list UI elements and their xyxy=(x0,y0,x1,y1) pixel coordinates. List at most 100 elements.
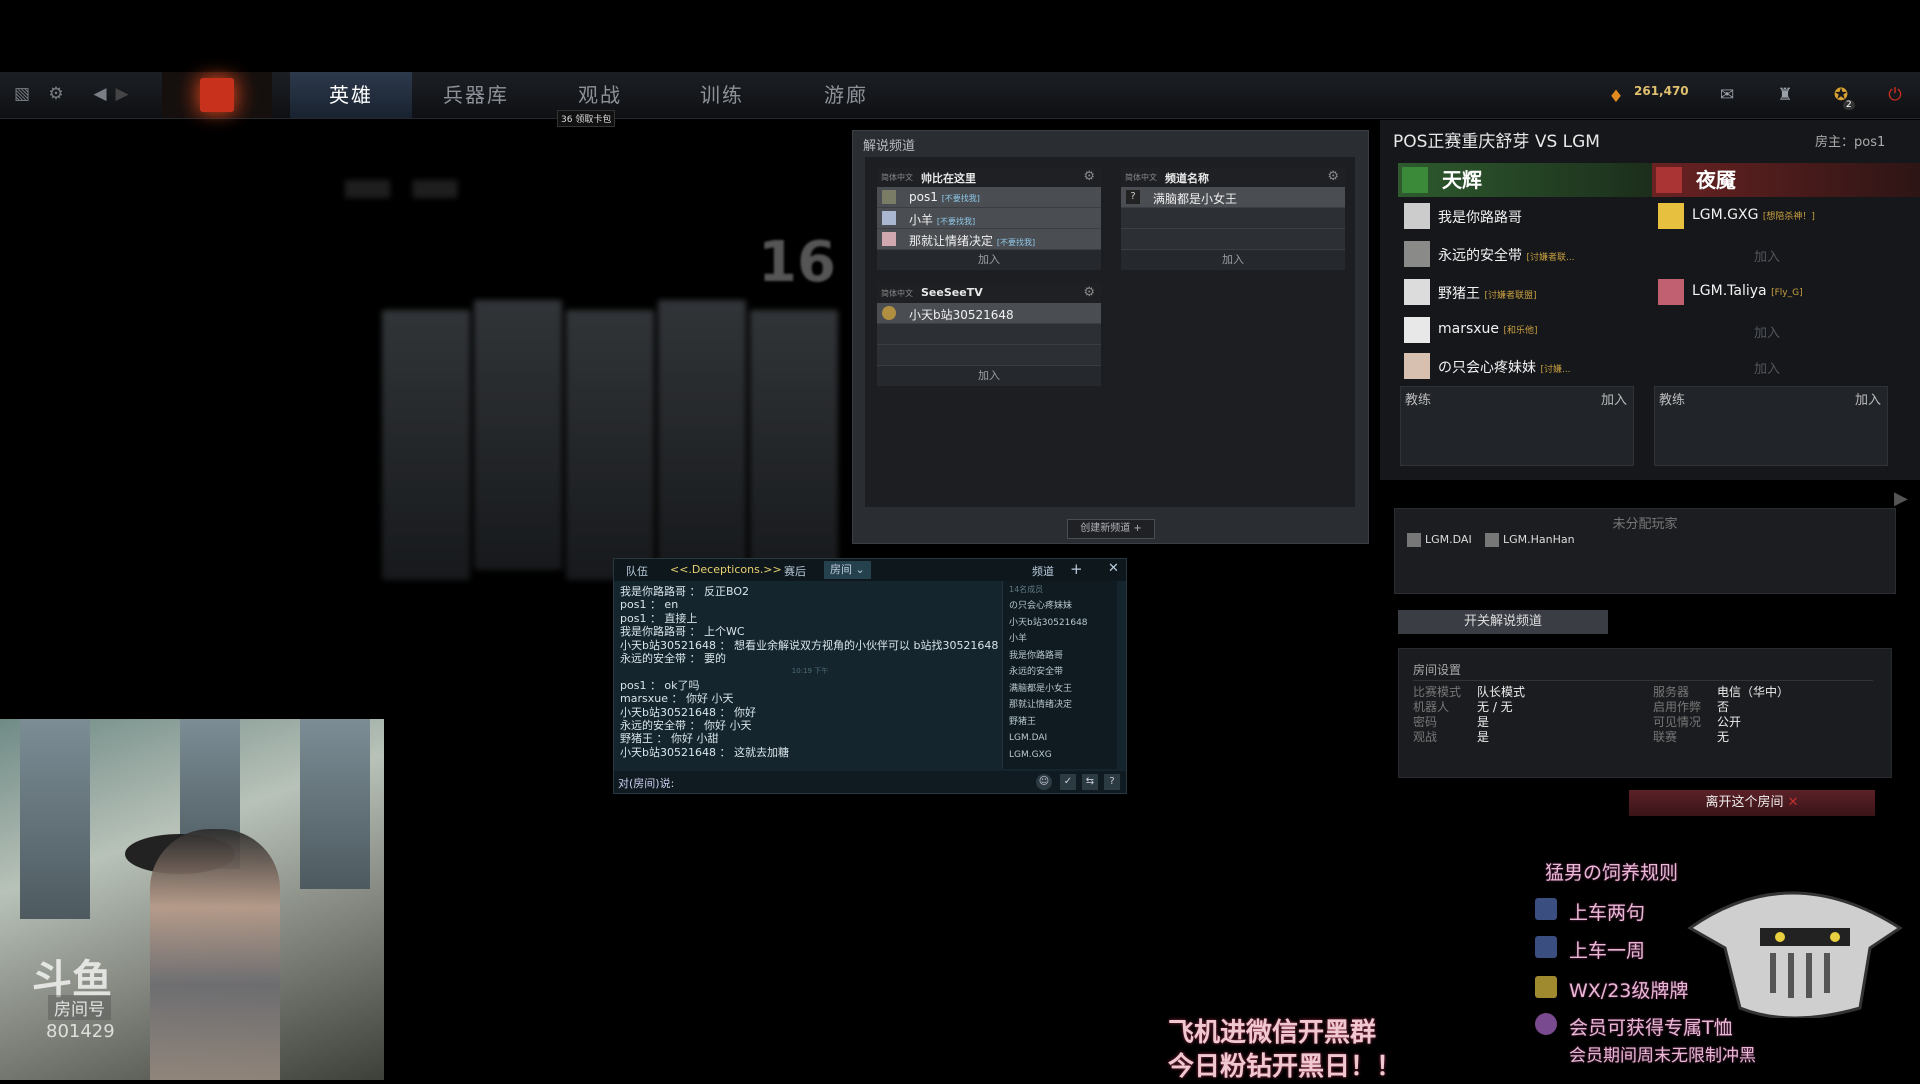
join-slot-button[interactable]: 加入 xyxy=(1652,246,1882,265)
player-tag: [讨嫌者联盟] xyxy=(1484,291,1537,301)
tab-heroes[interactable]: 英雄 xyxy=(290,72,412,118)
join-slot-button[interactable]: 加入 xyxy=(1652,322,1882,341)
channels-button[interactable]: 频道 xyxy=(1032,563,1054,579)
share-icon[interactable]: ⇆ xyxy=(1082,774,1098,790)
join-channel-button[interactable]: 加入 xyxy=(1121,250,1345,270)
join-channel-button[interactable]: 加入 xyxy=(877,366,1101,386)
rule-item: 会员可获得专属T恤 xyxy=(1569,1017,1733,1039)
setting-row: 观战 是 xyxy=(1413,728,1489,745)
player-tag: [和乐他] xyxy=(1503,326,1538,336)
member-item[interactable]: LGM.GXG xyxy=(1003,747,1117,764)
join-channel-button[interactable]: 加入 xyxy=(877,250,1101,270)
power-icon[interactable]: ⏻ xyxy=(1884,84,1906,106)
news-icon[interactable]: ▧ xyxy=(12,84,32,104)
chat-line: 我是你路路哥 ： 上个WC xyxy=(620,625,745,639)
chat-line: 小天b站30521648 ： 这就去加糖 xyxy=(620,745,789,759)
blurred-filter-row xyxy=(345,180,795,198)
coach-join-button[interactable]: 加入 xyxy=(1855,389,1881,408)
caster-slot[interactable]: 小羊 [不要找我] xyxy=(877,208,1101,229)
member-item[interactable]: 我是你路路哥 xyxy=(1003,648,1117,665)
tab-arcade[interactable]: 游廊 xyxy=(786,72,906,118)
radiant-player-slot[interactable]: 永远的安全带 [讨嫌者联... xyxy=(1398,236,1628,272)
expand-arrow-icon[interactable]: ▶ xyxy=(1894,488,1908,509)
member-item[interactable]: LGM.DAI xyxy=(1003,730,1117,747)
ad-line: 飞机进微信开黑群 xyxy=(1168,1018,1377,1048)
unassigned-player[interactable]: LGM.HanHan xyxy=(1485,533,1575,547)
settings-gear-icon[interactable]: ⚙ xyxy=(46,84,66,104)
gear-icon[interactable]: ⚙ xyxy=(1083,285,1095,300)
radiant-player-slot[interactable]: 我是你路路哥 xyxy=(1398,198,1628,234)
radiant-coach-slot: 教练 加入 xyxy=(1400,386,1634,466)
caster-slot[interactable]: 那就让情绪决定 [不要找我] xyxy=(877,229,1101,250)
caster-slot[interactable]: pos1 [不要找我] xyxy=(877,187,1101,208)
member-item[interactable]: 满脑都是小女王 xyxy=(1003,681,1117,698)
lobby-settings-box: 房间设置 比赛模式 队长模式 机器人无 / 无 密码是 观战是 服务器 电信（华中）… xyxy=(1398,648,1892,778)
broadcast-channels-panel: 解说频道 简体中文 帅比在这里 ⚙ pos1 [不要找我] 小羊 [不要找我] 那就… xyxy=(852,130,1369,544)
dire-player-slot[interactable]: LGM.GXG [想陪杀神！] xyxy=(1652,198,1882,234)
member-item[interactable]: 野猪王 xyxy=(1003,714,1117,731)
player-name: LGM.DAI xyxy=(1425,533,1472,546)
coach-label: 教练 xyxy=(1405,393,1432,408)
chat-tab-lobby[interactable]: 房间 ⌄ xyxy=(824,561,871,579)
channel-language: 简体中文 xyxy=(881,173,913,182)
gear-icon[interactable]: ⚙ xyxy=(1327,169,1339,184)
caster-name: 满脑都是小女王 xyxy=(1153,192,1238,206)
avatar xyxy=(1658,279,1684,305)
mail-icon[interactable]: ✉ xyxy=(1716,84,1738,106)
close-icon[interactable]: ✕ xyxy=(1108,561,1119,576)
check-icon[interactable]: ✓ xyxy=(1060,774,1076,790)
team-radiant-header: 天辉 xyxy=(1398,163,1674,197)
broadcast-channel: 简体中文 帅比在这里 ⚙ pos1 [不要找我] 小羊 [不要找我] 那就让情绪决定… xyxy=(877,167,1101,270)
member-item[interactable]: 那就让情绪决定 xyxy=(1003,697,1117,714)
team-name: 夜魇 xyxy=(1696,168,1736,192)
help-icon[interactable]: ? xyxy=(1104,774,1120,790)
rules-title: 猛男の饲养规则 xyxy=(1545,862,1679,884)
chat-tab-postgame[interactable]: 赛后 xyxy=(784,563,806,579)
gear-icon[interactable]: ⚙ xyxy=(1083,169,1095,184)
chat-input[interactable]: 对(房间)说: ☺ ✓ ⇆ ? xyxy=(614,771,1126,793)
chevron-down-icon: ⌄ xyxy=(855,563,865,576)
player-tag: [讨嫌者联... xyxy=(1526,253,1575,263)
member-item[interactable]: 小羊 xyxy=(1003,631,1117,648)
caster-name: 小天b站30521648 xyxy=(909,308,1014,322)
forward-arrow-icon[interactable]: ▶ xyxy=(112,84,132,104)
dire-empty-slot[interactable]: 加入 xyxy=(1652,348,1882,384)
tab-learn[interactable]: 训练 xyxy=(662,72,782,118)
dota-logo-button[interactable] xyxy=(162,72,272,118)
avatar xyxy=(1485,533,1499,547)
inventory-icon[interactable]: ♜ xyxy=(1774,84,1796,106)
notification-count-badge: 2 xyxy=(1843,100,1855,110)
back-arrow-icon[interactable]: ◀ xyxy=(90,84,110,104)
empty-slot xyxy=(877,345,1101,366)
chat-tab-guild[interactable]: <<.Decepticons.>> xyxy=(670,563,782,576)
caster-slot[interactable]: 小天b站30521648 xyxy=(877,303,1101,324)
dire-empty-slot[interactable]: 加入 xyxy=(1652,236,1882,272)
member-item[interactable]: の只会心疼妹妹 xyxy=(1003,598,1117,615)
tab-armory[interactable]: 兵器库 xyxy=(416,72,536,118)
unknown-avatar-icon: ? xyxy=(1126,190,1140,204)
plane-icon xyxy=(1535,936,1557,958)
member-item[interactable]: 永远的安全带 xyxy=(1003,664,1117,681)
radiant-player-slot[interactable]: 野猪王 [讨嫌者联盟] xyxy=(1398,274,1628,310)
toggle-broadcast-button[interactable]: 开关解说频道 xyxy=(1398,610,1608,634)
member-item[interactable]: 小天b站30521648 xyxy=(1003,615,1117,632)
dire-empty-slot[interactable]: 加入 xyxy=(1652,312,1882,348)
radiant-player-slot[interactable]: の只会心疼妹妹 [讨嫌... xyxy=(1398,348,1628,384)
chat-tab-team[interactable]: 队伍 xyxy=(626,563,648,579)
radiant-player-slot[interactable]: marsxue [和乐他] xyxy=(1398,312,1628,348)
leave-lobby-button[interactable]: 离开这个房间 ✕ xyxy=(1629,790,1875,816)
coach-join-button[interactable]: 加入 xyxy=(1601,389,1627,408)
vault-badge-count: 36 xyxy=(561,115,573,125)
vault-reward-badge[interactable]: 36 领取卡包 xyxy=(557,110,616,127)
add-channel-icon[interactable]: + xyxy=(1070,560,1083,578)
create-channel-button[interactable]: 创建新频道 + xyxy=(1067,519,1155,539)
dire-player-slot[interactable]: LGM.Taliya [Fly_G] xyxy=(1652,274,1882,310)
caster-slot[interactable]: ? 满脑都是小女王 xyxy=(1121,187,1345,208)
join-slot-button[interactable]: 加入 xyxy=(1652,358,1882,377)
channel-name: SeeSeeTV xyxy=(921,286,983,299)
emoji-icon[interactable]: ☺ xyxy=(1036,774,1052,790)
building xyxy=(20,719,90,919)
setting-value: 队长模式 xyxy=(1477,685,1526,699)
hero-card xyxy=(566,310,654,580)
unassigned-player[interactable]: LGM.DAI xyxy=(1407,533,1472,547)
